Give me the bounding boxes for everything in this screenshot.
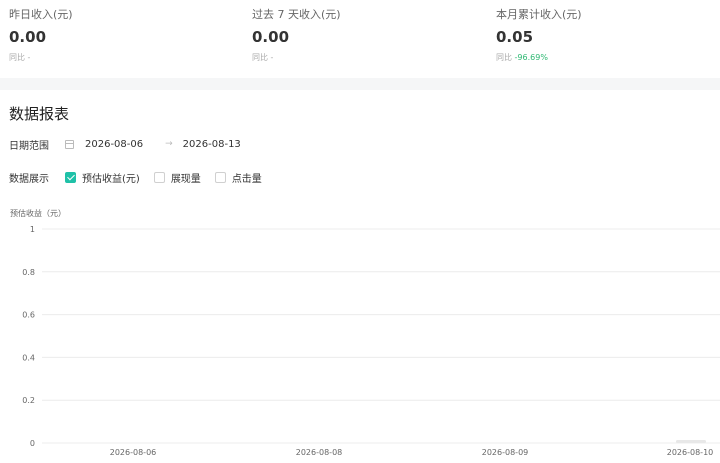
y-tick-label: 0 <box>30 439 35 448</box>
revenue-chart: 1 0.8 0.6 0.4 0.2 0 2026-08-06 2026-08-08 2026-0… <box>22 225 720 457</box>
y-tick-label: 0.2 <box>22 396 35 405</box>
y-tick-label: 0.6 <box>22 311 35 320</box>
chart-scrollbar[interactable] <box>676 440 706 443</box>
y-tick-label: 0.8 <box>22 268 35 277</box>
x-tick-label: 2026-08-08 <box>296 448 343 457</box>
x-tick-label: 2026-08-09 <box>482 448 529 457</box>
y-tick-label: 1 <box>30 225 35 234</box>
x-tick-label: 2026-08-10 <box>667 448 714 457</box>
x-tick-label: 2026-08-06 <box>110 448 157 457</box>
y-tick-label: 0.4 <box>22 353 35 362</box>
